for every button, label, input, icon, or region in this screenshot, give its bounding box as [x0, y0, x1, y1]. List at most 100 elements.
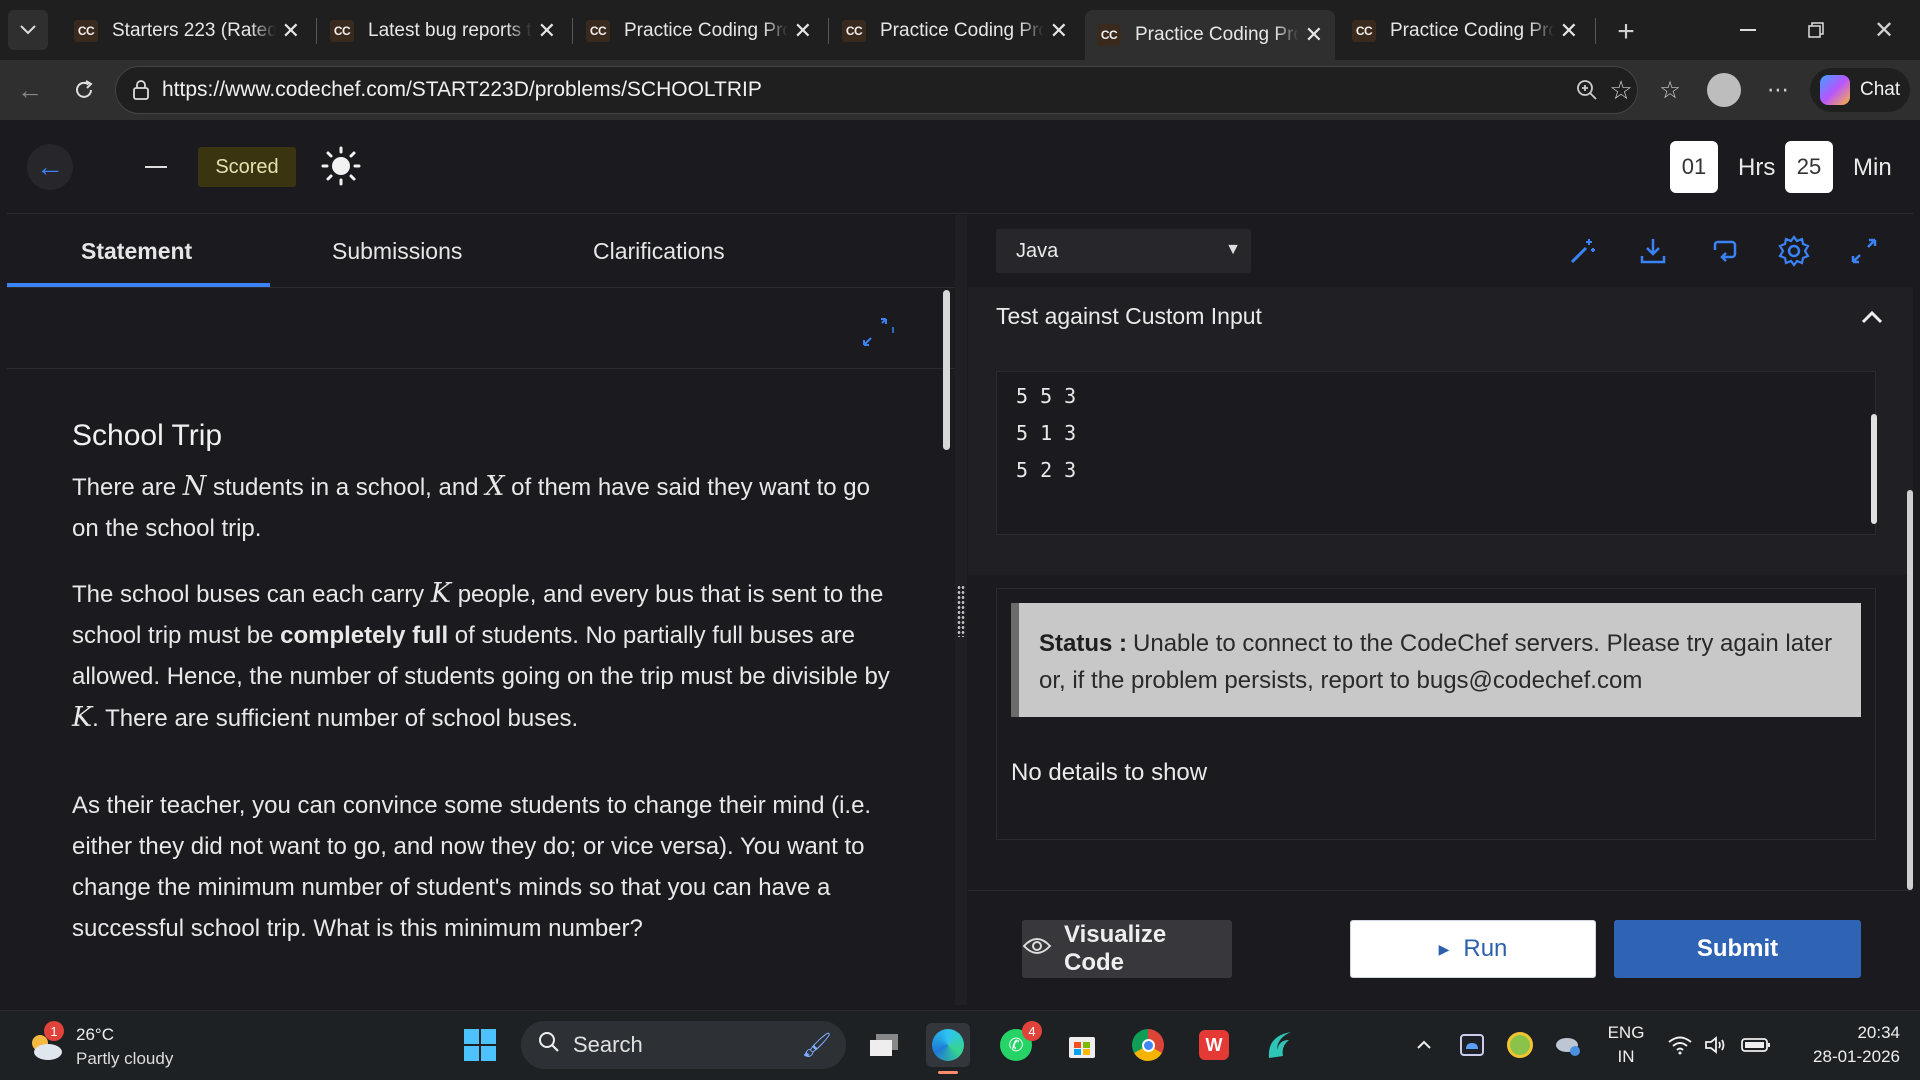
battery-icon[interactable]: [1736, 1023, 1776, 1067]
codechef-favicon-icon: CC: [842, 20, 866, 42]
close-tab-icon[interactable]: ✕: [1560, 18, 1578, 44]
collapse-chevron-up-icon[interactable]: [1861, 299, 1883, 331]
codechef-favicon-icon: CC: [1352, 20, 1376, 42]
onedrive-cloud-icon[interactable]: [1450, 1023, 1494, 1067]
browser-tab-1[interactable]: CC Starters 223 (Rated) Coding Contest ✕: [62, 10, 312, 52]
close-tab-icon[interactable]: ✕: [538, 18, 556, 44]
close-window-icon[interactable]: ✕: [1864, 10, 1904, 50]
copilot-chat-button[interactable]: Chat: [1810, 68, 1910, 112]
back-arrow-icon[interactable]: ←: [27, 144, 73, 190]
tab-separator: [572, 18, 573, 44]
wave-app-icon[interactable]: [1258, 1023, 1302, 1067]
browser-tab-2[interactable]: CC Latest bug reports topics ✕: [318, 10, 568, 52]
codechef-favicon-icon: CC: [586, 20, 610, 42]
codechef-favicon-icon: CC: [74, 20, 98, 42]
new-tab-plus-icon[interactable]: +: [1606, 12, 1646, 52]
divider: [7, 368, 955, 369]
edge-browser-icon[interactable]: [926, 1023, 970, 1067]
back-arrow-icon[interactable]: ←: [10, 70, 50, 110]
splitter-grip-icon[interactable]: [957, 585, 965, 637]
chrome-icon[interactable]: [1126, 1023, 1170, 1067]
search-highlight-icon: 🖌: [801, 1031, 832, 1059]
visualize-code-button[interactable]: Visualize Code: [1022, 920, 1232, 978]
tab-title: Practice Coding Problem: [1390, 20, 1554, 41]
caret-down-icon: ▼: [1225, 241, 1241, 258]
language-select[interactable]: Java ▼: [996, 229, 1251, 273]
restore-window-icon[interactable]: [1796, 10, 1836, 50]
wps-office-icon[interactable]: W: [1192, 1023, 1236, 1067]
tab-title: Latest bug reports topics: [368, 20, 532, 41]
tab-statement[interactable]: Statement: [81, 215, 192, 287]
more-options-icon[interactable]: ⋯: [1758, 70, 1798, 110]
dash-icon[interactable]: [145, 166, 167, 168]
tab-title: Starters 223 (Rated) Coding Contest: [112, 20, 276, 41]
close-tab-icon[interactable]: ✕: [1050, 18, 1068, 44]
run-button[interactable]: ▶ Run: [1350, 920, 1596, 978]
url-text: https://www.codechef.com/START223D/probl…: [162, 78, 762, 101]
windows-start-icon[interactable]: [458, 1023, 502, 1067]
browser-tab-4[interactable]: CC Practice Coding Problem ✕: [830, 10, 1080, 52]
browser-tab-5-active[interactable]: CC Practice Coding Problem ✕: [1085, 10, 1335, 60]
weather-description: Partly cloudy: [76, 1049, 174, 1068]
browser-tab-3[interactable]: CC Practice Coding Problem ✕: [574, 10, 824, 52]
input-language-indicator[interactable]: ENG IN: [1598, 1021, 1654, 1069]
weather-temperature: 26°C: [76, 1025, 114, 1044]
minimize-window-icon[interactable]: [1728, 10, 1768, 50]
favorites-list-icon[interactable]: ☆: [1650, 70, 1690, 110]
download-icon[interactable]: [1635, 233, 1671, 269]
close-tab-icon[interactable]: ✕: [1305, 22, 1323, 48]
tab-separator: [828, 18, 829, 44]
favorite-star-icon[interactable]: ☆: [1606, 75, 1636, 105]
close-tab-icon[interactable]: ✕: [794, 18, 812, 44]
submit-button[interactable]: Submit: [1614, 920, 1861, 978]
weather-widget[interactable]: 1 26°C Partly cloudy: [22, 1019, 202, 1073]
reset-code-icon[interactable]: [1706, 233, 1742, 269]
custom-input-title[interactable]: Test against Custom Input: [996, 303, 1262, 330]
wifi-icon[interactable]: [1662, 1023, 1698, 1067]
zoom-icon[interactable]: [1572, 75, 1602, 105]
whatsapp-badge: 4: [1022, 1021, 1042, 1041]
no-details-text: No details to show: [1011, 759, 1208, 786]
browser-tab-6[interactable]: CC Practice Coding Problem ✕: [1340, 10, 1590, 52]
tab-clarifications[interactable]: Clarifications: [593, 215, 725, 287]
play-triangle-icon: ▶: [1438, 940, 1450, 957]
statement-scrollbar[interactable]: [943, 290, 950, 450]
codechef-favicon-icon: CC: [330, 20, 354, 42]
microsoft-store-icon[interactable]: [1060, 1023, 1104, 1067]
address-bar[interactable]: https://www.codechef.com/START223D/probl…: [115, 66, 1638, 114]
volume-icon[interactable]: [1698, 1023, 1734, 1067]
language-code: ENG: [1607, 1023, 1645, 1042]
close-tab-icon[interactable]: ✕: [282, 18, 300, 44]
tab-separator: [1595, 18, 1596, 44]
task-view-icon[interactable]: [862, 1023, 906, 1067]
tab-submissions[interactable]: Submissions: [332, 215, 462, 287]
timer-minutes: 25: [1785, 141, 1833, 193]
theme-toggle-sun-icon[interactable]: [321, 146, 361, 186]
taskbar-search-box[interactable]: Search 🖌: [521, 1021, 846, 1069]
problem-statement: School Trip There are N students in a sc…: [72, 415, 892, 973]
profile-avatar-icon[interactable]: [1704, 70, 1744, 110]
expand-statement-icon[interactable]: [860, 315, 894, 349]
clock-date: 28-01-2026: [1813, 1047, 1900, 1066]
editor-panel-scrollbar[interactable]: [1907, 490, 1913, 890]
custom-input-scrollbar[interactable]: [1871, 414, 1877, 524]
search-icon: [537, 1030, 561, 1060]
lock-icon[interactable]: [130, 79, 152, 101]
divider: [968, 890, 1913, 891]
tab-title: Practice Coding Problem: [880, 20, 1044, 41]
magic-format-icon[interactable]: [1565, 233, 1601, 269]
custom-input-textarea[interactable]: 5 5 3 5 1 3 5 2 3: [996, 371, 1876, 535]
language-value: Java: [1016, 239, 1059, 262]
region-code: IN: [1617, 1047, 1635, 1066]
tab-actions-chevron-icon[interactable]: [8, 10, 48, 50]
show-hidden-icons-chevron-icon[interactable]: [1402, 1023, 1446, 1067]
tray-app-green-icon[interactable]: [1498, 1023, 1542, 1067]
settings-gear-icon[interactable]: [1776, 233, 1812, 269]
tray-weather-icon[interactable]: [1546, 1023, 1590, 1067]
tab-separator: [316, 18, 317, 44]
refresh-icon[interactable]: [64, 70, 104, 110]
clock[interactable]: 20:34 28-01-2026: [1790, 1021, 1900, 1069]
fullscreen-expand-icon[interactable]: [1846, 233, 1882, 269]
status-label: Status :: [1039, 630, 1128, 657]
statement-paragraph-3: As their teacher, you can convince some …: [72, 792, 872, 942]
